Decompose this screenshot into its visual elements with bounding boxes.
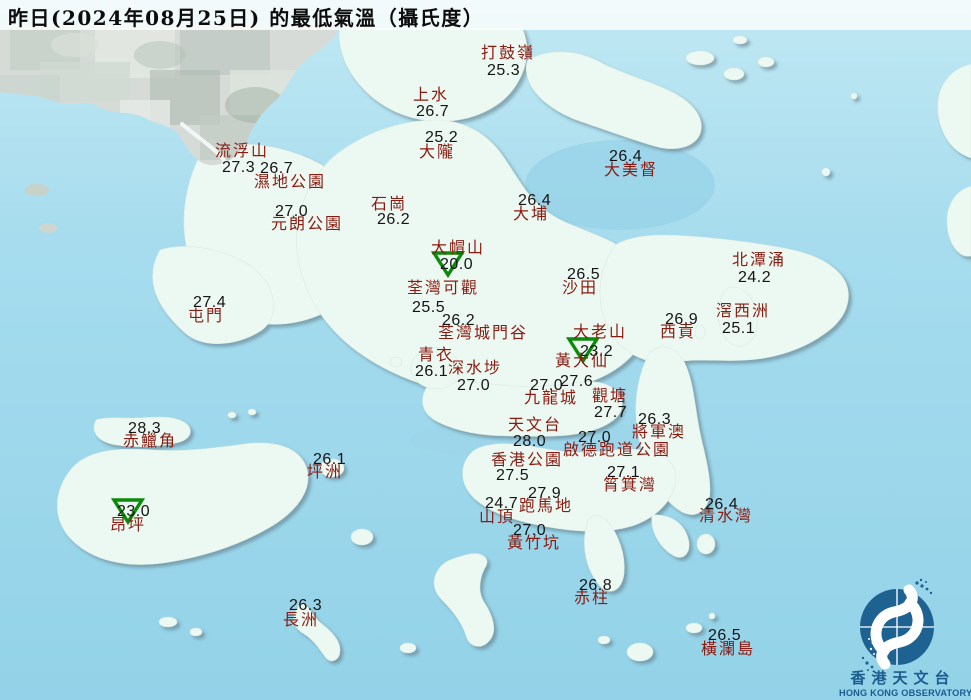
station-temperature-value: 25.2 [425, 129, 459, 146]
map-title: 昨日(2024年08月25日) 的最低氣溫（攝氏度） [8, 6, 485, 30]
station-temperature-value: 27.7 [594, 404, 628, 421]
station-temperature-value: 24.7 [485, 495, 519, 512]
station-name: 大隴 [419, 142, 456, 161]
station-temperature-value: 26.5 [708, 627, 742, 644]
station-temperature-value: 25.3 [487, 62, 521, 79]
station-temperature-value: 26.7 [260, 160, 294, 177]
hko-logo-name-en: HONG KONG OBSERVATORY [839, 688, 971, 698]
station-name: 黃大仙 [555, 351, 610, 370]
station-temperature-value: 27.0 [275, 203, 309, 220]
station-temperature-value: 27.0 [578, 429, 612, 446]
station-temperature-value: 26.4 [518, 192, 552, 209]
station-name: 上水 [413, 85, 450, 104]
station-temperature-value: 27.0 [457, 377, 491, 394]
station-temperature-value: 26.5 [567, 266, 601, 283]
station-temperature-value: 27.0 [513, 522, 547, 539]
station-temperature-value: 26.9 [665, 311, 699, 328]
station-temperature-value: 27.3 [222, 159, 256, 176]
station-temperature-value: 27.5 [496, 467, 530, 484]
station-name: 天文台 [508, 415, 563, 434]
weather-map-screenshot: 昨日(2024年08月25日) 的最低氣溫（攝氏度） 打鼓嶺 25.3 上水 26.7… [0, 0, 971, 700]
station-name: 石崗 [371, 194, 408, 213]
station-temperature-value: 26.1 [313, 451, 347, 468]
station-name: 香港公園 [491, 450, 564, 469]
station-temperature-value: 25.1 [722, 320, 756, 337]
hko-logo-block: 香港天文台 HONG KONG OBSERVATORY [839, 581, 971, 698]
station-name: 流浮山 [215, 141, 270, 160]
station-name: 滘西洲 [716, 301, 771, 320]
station-temperature-value: 26.4 [705, 496, 739, 513]
station-name: 大帽山 [431, 238, 486, 257]
station-name: 長洲 [283, 610, 320, 629]
station-temperature-value: 27.1 [607, 464, 641, 481]
station-temperature-value: 26.3 [289, 597, 323, 614]
station-name: 荃灣可觀 [407, 278, 480, 297]
station-temperature-value: 26.2 [377, 211, 411, 228]
station-name: 觀塘 [592, 386, 629, 405]
station-temperature-value: 24.2 [738, 269, 772, 286]
station-temperature-value: 27.9 [528, 485, 562, 502]
station-temperature-value: 26.2 [442, 312, 476, 329]
stations-layer: 打鼓嶺 25.3 上水 26.7 大隴 25.2 大美督 26.4 流浮山 27.3 濕地公園 26.… [0, 0, 971, 700]
station-temperature-value: 26.1 [415, 363, 449, 380]
station-temperature-value: 25.5 [412, 299, 446, 316]
station-name: 大老山 [573, 322, 628, 341]
station-temperature-value: 26.3 [638, 411, 672, 428]
station-name: 深水埗 [448, 358, 503, 377]
station-temperature-value: 20.0 [440, 256, 474, 273]
station-name: 打鼓嶺 [481, 43, 536, 62]
station-temperature-value: 23.0 [117, 503, 151, 520]
station-temperature-value: 26.4 [609, 148, 643, 165]
station-temperature-value: 28.3 [128, 420, 162, 437]
station-name: 北潭涌 [732, 250, 787, 269]
station-temperature-value: 28.0 [513, 433, 547, 450]
hko-logo-name-zh: 香港天文台 [850, 669, 956, 687]
station-temperature-value: 26.8 [579, 577, 613, 594]
station-temperature-value: 27.0 [530, 377, 564, 394]
station-temperature-value: 27.4 [193, 294, 227, 311]
station-temperature-value: 26.7 [416, 103, 450, 120]
